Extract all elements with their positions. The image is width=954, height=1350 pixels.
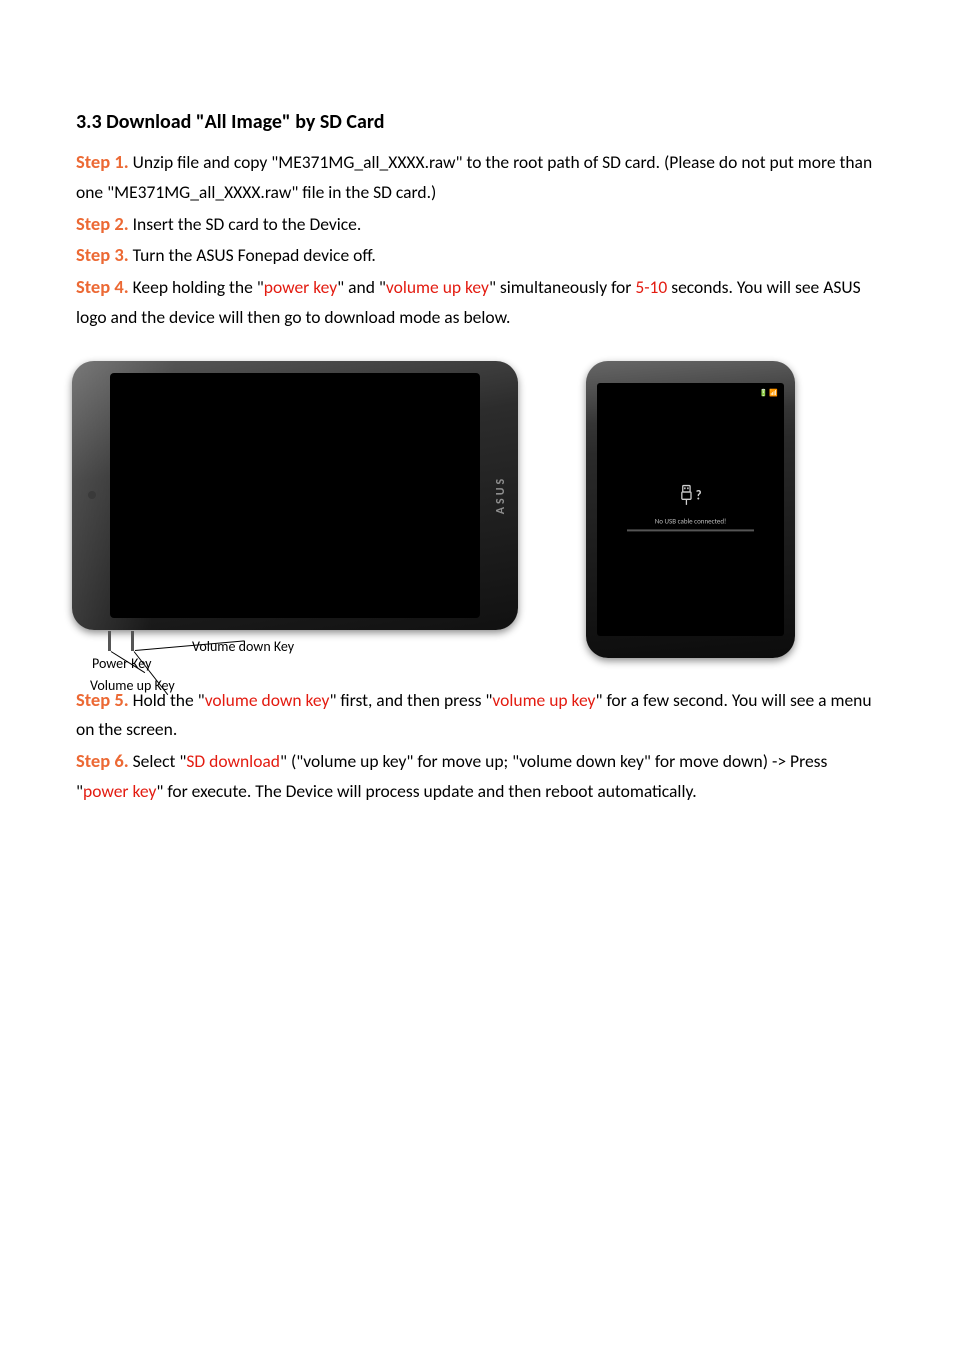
svg-text:?: ? <box>695 488 701 503</box>
front-camera-icon <box>88 491 96 499</box>
device-left-figure: ASUS Power Key Volume down Key Volume up… <box>72 361 518 630</box>
device-right-figure: 🔋 📶 ? No USB cable connected! <box>586 361 795 658</box>
instructions-block-2: Step 5. Hold the "volume down key" first… <box>76 684 878 807</box>
tablet-landscape: ASUS <box>72 361 518 630</box>
power-key-stub <box>108 631 111 651</box>
step-4-key-1: power key <box>264 276 337 298</box>
tablet-screen-download-mode: 🔋 📶 ? No USB cable connected! <box>597 383 784 636</box>
step-4-seconds: 5-10 <box>635 276 667 298</box>
figure-row: ASUS Power Key Volume down Key Volume up… <box>72 361 878 658</box>
volume-down-key-label: Volume down Key <box>192 638 294 655</box>
step-1-label: Step 1. <box>76 150 129 173</box>
step-6-label: Step 6. <box>76 749 129 772</box>
step-6-key-1: SD download <box>186 750 280 772</box>
step-4-label: Step 4. <box>76 275 129 298</box>
step-5-key-2: volume up key <box>492 689 595 711</box>
step-2-text: Insert the SD card to the Device. <box>129 213 362 235</box>
volume-key-stub <box>131 631 134 651</box>
step-5-text-b: " first, and then press " <box>329 689 492 711</box>
volume-up-key-label: Volume up Key <box>90 677 175 694</box>
step-6-key-2: power key <box>83 780 156 802</box>
status-bar-icons: 🔋 📶 <box>597 388 778 397</box>
step-3-label: Step 3. <box>76 243 129 266</box>
step-3-text: Turn the ASUS Fonepad device off. <box>129 244 376 266</box>
tablet-screen-off <box>110 373 480 618</box>
instructions-block: Step 1. Unzip file and copy "ME371MG_all… <box>76 146 878 333</box>
step-6-text-c: " for execute. The Device will process u… <box>156 780 696 802</box>
step-4-key-2: volume up key <box>386 276 489 298</box>
step-6-text-a: Select " <box>129 750 187 772</box>
section-heading: 3.3 Download "All Image" by SD Card <box>76 110 878 134</box>
step-2-label: Step 2. <box>76 212 129 235</box>
step-1-text: Unzip file and copy "ME371MG_all_XXXX.ra… <box>76 151 872 203</box>
step-4-text-a: Keep holding the " <box>129 276 264 298</box>
step-5-key-1: volume down key <box>205 689 330 711</box>
brand-label: ASUS <box>494 476 508 514</box>
no-usb-message: No USB cable connected! <box>597 516 784 525</box>
power-key-label: Power Key <box>92 655 151 672</box>
step-4-text-b: " and " <box>337 276 386 298</box>
step-4-text-c: " simultaneously for <box>489 276 635 298</box>
usb-question-icon: ? <box>680 484 702 512</box>
progress-bar <box>627 529 754 531</box>
